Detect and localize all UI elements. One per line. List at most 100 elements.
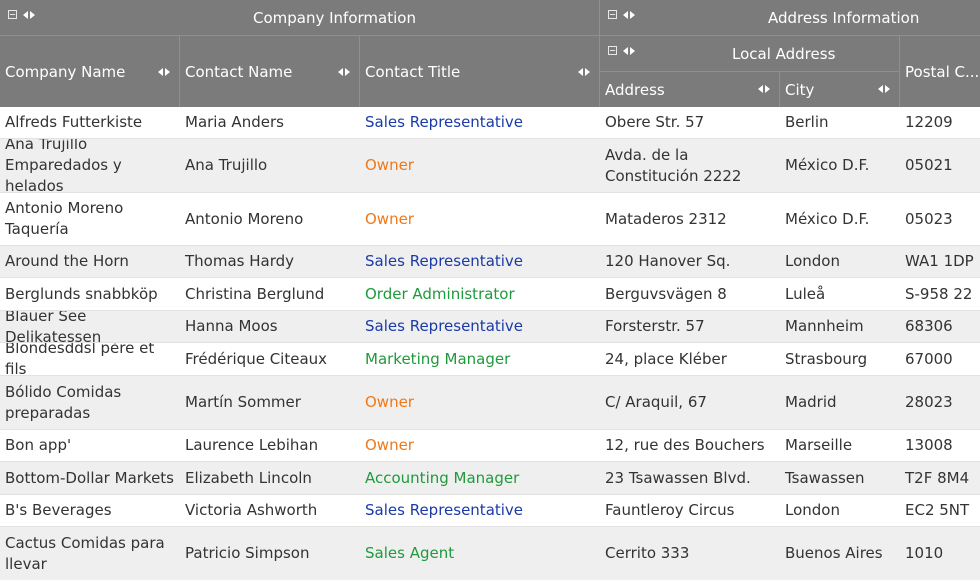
cell-contact-title[interactable]: Sales Representative (360, 495, 600, 526)
move-arrows-icon[interactable] (878, 84, 890, 93)
cell-contact-name[interactable]: Patricio Simpson (180, 527, 360, 580)
cell-postal-code[interactable]: 1010 (900, 527, 980, 580)
cell-contact-name[interactable]: Frédérique Citeaux (180, 343, 360, 375)
cell-address[interactable]: Obere Str. 57 (600, 107, 780, 138)
cell-address[interactable]: Mataderos 2312 (600, 193, 780, 245)
column-header-company-name[interactable]: Company Name (0, 36, 180, 107)
collapse-icon[interactable] (608, 46, 617, 55)
move-arrows-icon[interactable] (23, 10, 35, 19)
collapse-icon[interactable] (608, 10, 617, 19)
cell-company-name[interactable]: B's Beverages (0, 495, 180, 526)
cell-company-name[interactable]: Bólido Comidas preparadas (0, 376, 180, 429)
cell-address[interactable]: Cerrito 333 (600, 527, 780, 580)
column-header-city[interactable]: City (780, 72, 900, 107)
cell-company-name[interactable]: Blondesddsl père et fils (0, 343, 180, 375)
cell-postal-code[interactable]: 05021 (900, 139, 980, 192)
table-row[interactable]: Blondesddsl père et fils Frédérique Citea… (0, 343, 980, 376)
cell-city[interactable]: London (780, 495, 900, 526)
move-arrows-icon[interactable] (158, 67, 170, 76)
cell-city[interactable]: Berlin (780, 107, 900, 138)
cell-contact-title[interactable]: Accounting Manager (360, 462, 600, 494)
table-row[interactable]: Bottom-Dollar Markets Elizabeth Lincoln Ac… (0, 462, 980, 495)
move-arrows-icon[interactable] (338, 67, 350, 76)
cell-contact-name[interactable]: Thomas Hardy (180, 246, 360, 277)
cell-contact-name[interactable]: Laurence Lebihan (180, 430, 360, 461)
cell-city[interactable]: México D.F. (780, 193, 900, 245)
cell-postal-code[interactable]: 05023 (900, 193, 980, 245)
cell-postal-code[interactable]: EC2 5NT (900, 495, 980, 526)
column-header-contact-title[interactable]: Contact Title (360, 36, 600, 107)
group-header-company[interactable]: Company Information (0, 0, 600, 36)
cell-contact-name[interactable]: Christina Berglund (180, 278, 360, 310)
cell-postal-code[interactable]: 28023 (900, 376, 980, 429)
cell-contact-name[interactable]: Ana Trujillo (180, 139, 360, 192)
cell-postal-code[interactable]: S-958 22 (900, 278, 980, 310)
cell-city[interactable]: México D.F. (780, 139, 900, 192)
column-header-postal-code[interactable]: Postal C... (900, 36, 980, 107)
cell-company-name[interactable]: Alfreds Futterkiste (0, 107, 180, 138)
cell-address[interactable]: 24, place Kléber (600, 343, 780, 375)
cell-city[interactable]: Madrid (780, 376, 900, 429)
cell-city[interactable]: Luleå (780, 278, 900, 310)
cell-address[interactable]: Avda. de la Constitución 2222 (600, 139, 780, 192)
table-row[interactable]: Ana Trujillo Emparedados y helados Ana Tr… (0, 139, 980, 193)
cell-city[interactable]: Mannheim (780, 311, 900, 342)
cell-contact-title[interactable]: Sales Representative (360, 246, 600, 277)
cell-postal-code[interactable]: 67000 (900, 343, 980, 375)
cell-contact-title[interactable]: Sales Representative (360, 311, 600, 342)
cell-company-name[interactable]: Bottom-Dollar Markets (0, 462, 180, 494)
cell-address[interactable]: 23 Tsawassen Blvd. (600, 462, 780, 494)
cell-company-name[interactable]: Ana Trujillo Emparedados y helados (0, 139, 180, 192)
cell-address[interactable]: C/ Araquil, 67 (600, 376, 780, 429)
cell-city[interactable]: Marseille (780, 430, 900, 461)
cell-contact-name[interactable]: Elizabeth Lincoln (180, 462, 360, 494)
table-row[interactable]: Berglunds snabbköp Christina Berglund Orde… (0, 278, 980, 311)
cell-postal-code[interactable]: 12209 (900, 107, 980, 138)
cell-contact-title[interactable]: Owner (360, 193, 600, 245)
cell-address[interactable]: Fauntleroy Circus (600, 495, 780, 526)
cell-contact-title[interactable]: Owner (360, 376, 600, 429)
cell-contact-title[interactable]: Owner (360, 430, 600, 461)
cell-company-name[interactable]: Blauer See Delikatessen (0, 311, 180, 342)
table-row[interactable]: Cactus Comidas para llevar Patricio Simps… (0, 527, 980, 580)
cell-contact-title[interactable]: Marketing Manager (360, 343, 600, 375)
cell-company-name[interactable]: Around the Horn (0, 246, 180, 277)
move-arrows-icon[interactable] (623, 10, 635, 19)
cell-city[interactable]: Strasbourg (780, 343, 900, 375)
cell-postal-code[interactable]: 68306 (900, 311, 980, 342)
table-row[interactable]: Alfreds Futterkiste Maria Anders Sales Rep… (0, 107, 980, 139)
cell-company-name[interactable]: Antonio Moreno Taquería (0, 193, 180, 245)
cell-contact-title[interactable]: Sales Agent (360, 527, 600, 580)
cell-address[interactable]: 120 Hanover Sq. (600, 246, 780, 277)
move-arrows-icon[interactable] (623, 46, 635, 55)
table-row[interactable]: Bólido Comidas preparadas Martín Sommer Ow… (0, 376, 980, 430)
cell-company-name[interactable]: Bon app' (0, 430, 180, 461)
cell-city[interactable]: Tsawassen (780, 462, 900, 494)
cell-contact-title[interactable]: Order Administrator (360, 278, 600, 310)
cell-address[interactable]: Forsterstr. 57 (600, 311, 780, 342)
cell-contact-name[interactable]: Victoria Ashworth (180, 495, 360, 526)
cell-postal-code[interactable]: T2F 8M4 (900, 462, 980, 494)
group-header-address[interactable]: Address Information (600, 0, 980, 36)
column-header-contact-name[interactable]: Contact Name (180, 36, 360, 107)
cell-contact-title[interactable]: Sales Representative (360, 107, 600, 138)
cell-contact-name[interactable]: Maria Anders (180, 107, 360, 138)
table-row[interactable]: Blauer See Delikatessen Hanna Moos Sales R… (0, 311, 980, 343)
cell-postal-code[interactable]: WA1 1DP (900, 246, 980, 277)
move-arrows-icon[interactable] (758, 84, 770, 93)
table-row[interactable]: Bon app' Laurence Lebihan Owner 12, rue des… (0, 430, 980, 462)
cell-contact-name[interactable]: Martín Sommer (180, 376, 360, 429)
collapse-icon[interactable] (8, 10, 17, 19)
cell-contact-name[interactable]: Hanna Moos (180, 311, 360, 342)
table-row[interactable]: B's Beverages Victoria Ashworth Sales Repr… (0, 495, 980, 527)
cell-company-name[interactable]: Cactus Comidas para llevar (0, 527, 180, 580)
table-row[interactable]: Around the Horn Thomas Hardy Sales Represe… (0, 246, 980, 278)
cell-contact-title[interactable]: Owner (360, 139, 600, 192)
column-header-address[interactable]: Address (600, 72, 780, 107)
cell-contact-name[interactable]: Antonio Moreno (180, 193, 360, 245)
cell-address[interactable]: 12, rue des Bouchers (600, 430, 780, 461)
cell-city[interactable]: Buenos Aires (780, 527, 900, 580)
cell-address[interactable]: Berguvsvägen 8 (600, 278, 780, 310)
cell-company-name[interactable]: Berglunds snabbköp (0, 278, 180, 310)
cell-city[interactable]: London (780, 246, 900, 277)
